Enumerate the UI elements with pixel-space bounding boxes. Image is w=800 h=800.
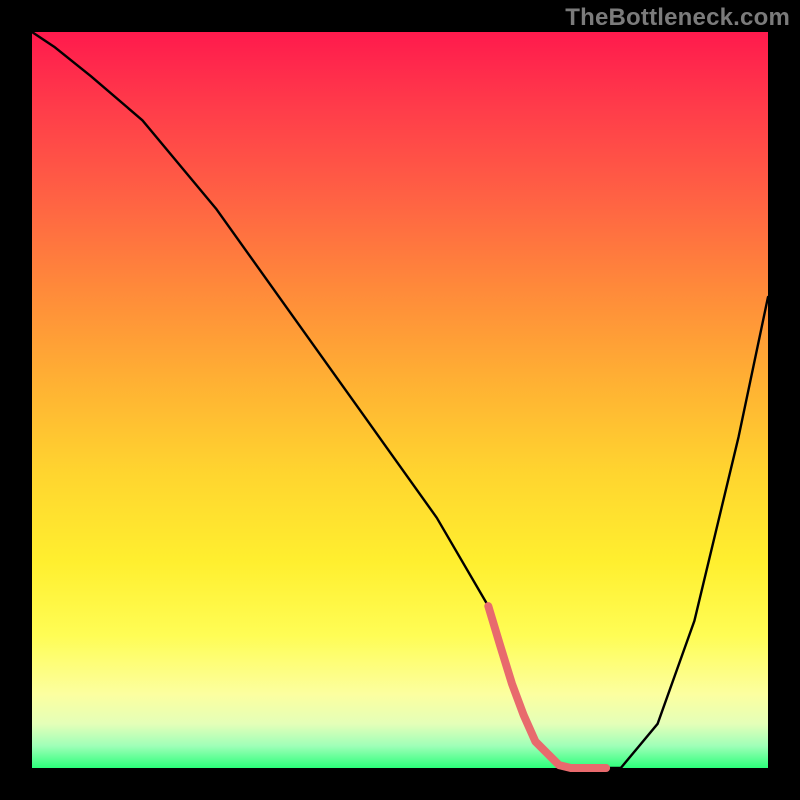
chart-plot-area	[32, 32, 768, 768]
watermark: TheBottleneck.com	[565, 4, 790, 32]
chart-svg	[32, 32, 768, 768]
chart-frame: TheBottleneck.com	[0, 0, 800, 800]
trough-highlight	[488, 606, 606, 768]
curve-line	[32, 32, 768, 768]
